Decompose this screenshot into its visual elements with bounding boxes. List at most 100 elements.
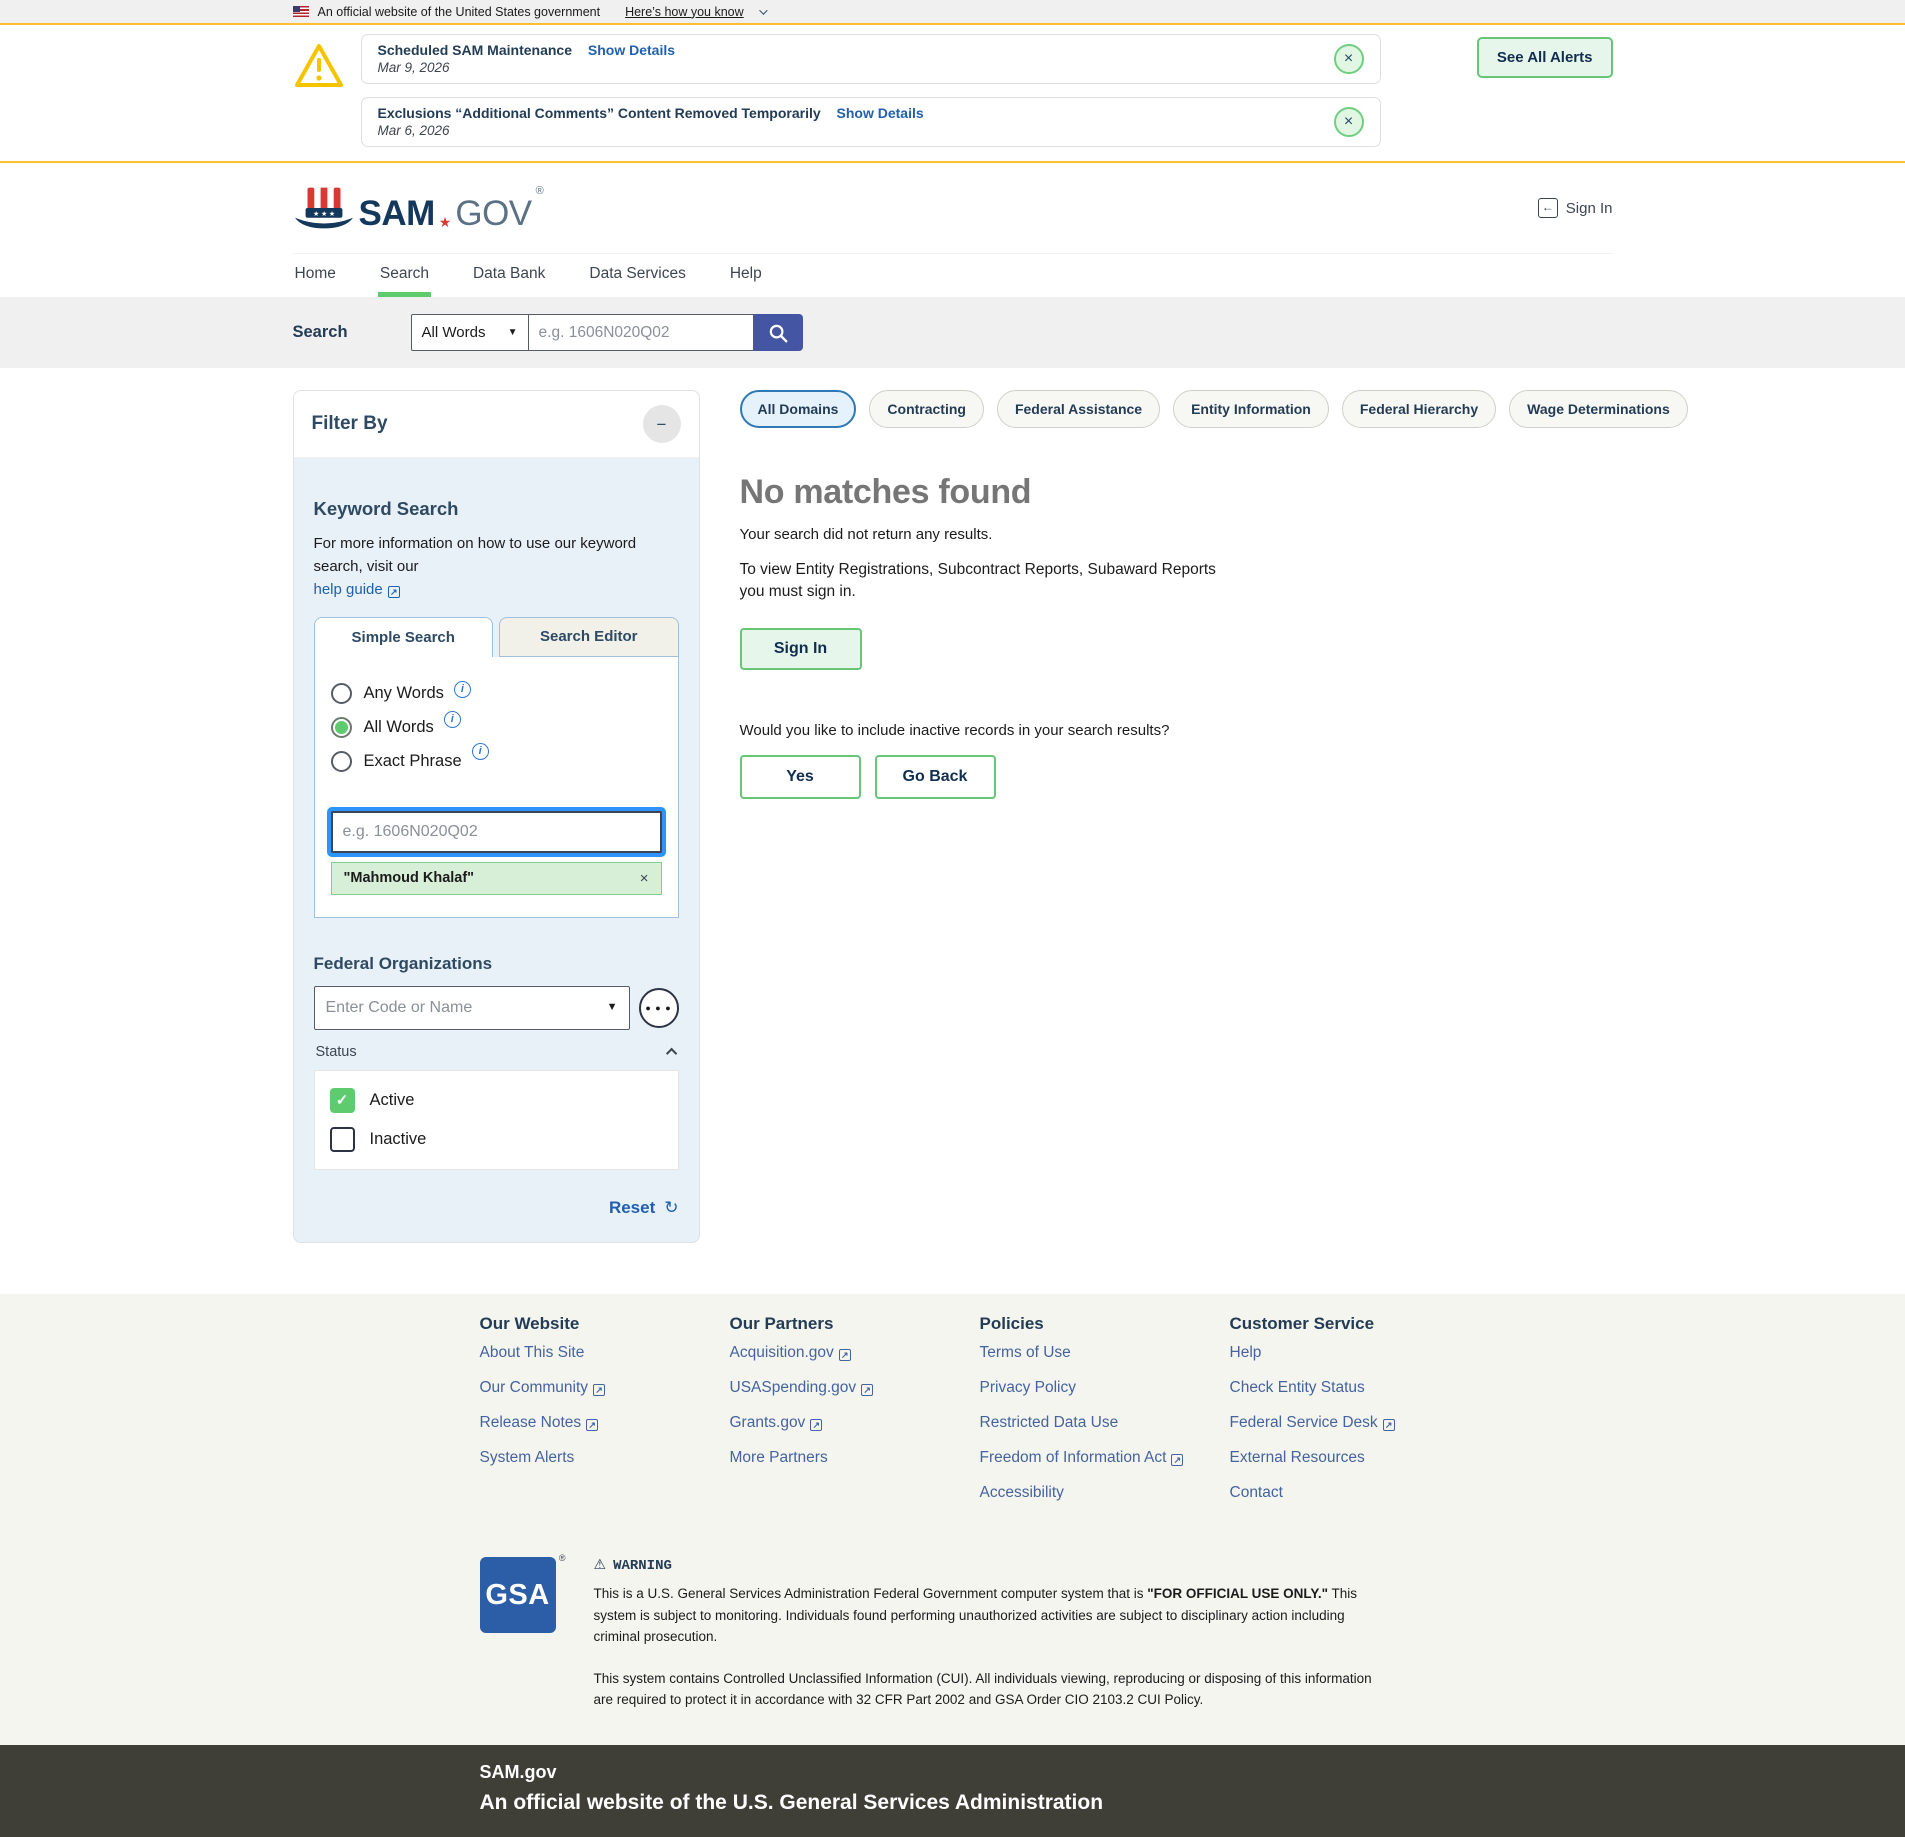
footer-link-grants-gov[interactable]: Grants.gov (730, 1414, 806, 1431)
nav-item-home[interactable]: Home (293, 254, 338, 297)
go-back-button[interactable]: Go Back (875, 755, 996, 799)
footer-column-our-partners: Our Partners Acquisition.gov ↗ USASpendin… (730, 1314, 980, 1519)
alert-item: Exclusions “Additional Comments” Content… (361, 97, 1381, 147)
footer-column-heading: Our Website (480, 1314, 730, 1334)
domain-pill-federal-hierarchy[interactable]: Federal Hierarchy (1342, 390, 1496, 428)
global-search-input[interactable] (529, 314, 754, 351)
status-label: Status (316, 1044, 357, 1060)
chevron-down-icon (759, 6, 767, 14)
results-panel: All Domains Contracting Federal Assistan… (740, 390, 1688, 1243)
sign-in-label: Sign In (1566, 200, 1613, 217)
checkbox-active-checked-icon[interactable]: ✓ (330, 1088, 355, 1113)
footer-link-terms-of-use[interactable]: Terms of Use (980, 1344, 1071, 1361)
include-inactive-question: Would you like to include inactive recor… (740, 722, 1688, 739)
nav-item-help[interactable]: Help (728, 254, 764, 297)
uncle-sam-hat-icon: ★ ★ ★ (293, 185, 355, 231)
footer-link-our-community[interactable]: Our Community (480, 1379, 589, 1396)
see-all-alerts-button[interactable]: See All Alerts (1477, 37, 1613, 78)
radio-all-words-label: All Words (364, 718, 434, 737)
federal-org-combo-input[interactable] (314, 986, 630, 1030)
footer-link-acquisition-gov[interactable]: Acquisition.gov (730, 1344, 834, 1361)
footer-link-check-entity-status[interactable]: Check Entity Status (1230, 1379, 1365, 1396)
footer-link-privacy-policy[interactable]: Privacy Policy (980, 1379, 1076, 1396)
info-icon[interactable]: i (472, 743, 489, 760)
search-mode-select[interactable]: All Words ▼ (411, 314, 529, 351)
footer-column-our-website: Our Website About This Site Our Communit… (480, 1314, 730, 1519)
logo-registered-mark: ® (536, 185, 544, 197)
info-icon[interactable]: i (444, 711, 461, 728)
header-sign-in-link[interactable]: ← Sign In (1538, 198, 1613, 218)
radio-exact-phrase[interactable] (331, 751, 352, 772)
footer-link-accessibility[interactable]: Accessibility (980, 1484, 1064, 1501)
domain-pill-all-domains[interactable]: All Domains (740, 390, 857, 428)
warning-paragraph-1: This is a U.S. General Services Administ… (594, 1583, 1394, 1648)
footer-link-release-notes[interactable]: Release Notes (480, 1414, 582, 1431)
checkbox-inactive-unchecked-icon[interactable] (330, 1127, 355, 1152)
sam-gov-logo[interactable]: ★ ★ ★ SAM ★ GOV ® (293, 185, 544, 231)
footer-link-about-this-site[interactable]: About This Site (480, 1344, 585, 1361)
alerts-section: Scheduled SAM Maintenance Show Details M… (0, 23, 1905, 163)
alert-date: Mar 6, 2026 (378, 123, 1334, 138)
footer-link-contact[interactable]: Contact (1230, 1484, 1283, 1501)
checkbox-row-inactive[interactable]: Inactive (330, 1127, 663, 1152)
yes-button[interactable]: Yes (740, 755, 861, 799)
keyword-search-input[interactable] (331, 811, 662, 853)
footer-link-system-alerts[interactable]: System Alerts (480, 1449, 575, 1466)
warning-paragraph-2: This system contains Controlled Unclassi… (594, 1668, 1394, 1711)
footer-link-external-resources[interactable]: External Resources (1230, 1449, 1365, 1466)
filter-panel: Filter By − Keyword Search For more info… (293, 390, 700, 1243)
footer-link-help[interactable]: Help (1230, 1344, 1262, 1361)
chip-remove-icon[interactable]: × (640, 870, 649, 887)
how-you-know-link[interactable]: Here’s how you know (625, 5, 744, 19)
alert-close-icon[interactable]: × (1334, 107, 1364, 137)
footer-column-heading: Our Partners (730, 1314, 980, 1334)
domain-pill-wage-determinations[interactable]: Wage Determinations (1509, 390, 1688, 428)
gsa-registered-mark: ® (559, 1553, 566, 1563)
tab-search-editor[interactable]: Search Editor (499, 617, 679, 657)
domain-pill-entity-information[interactable]: Entity Information (1173, 390, 1329, 428)
logo-star-icon: ★ (439, 215, 452, 231)
help-guide-link[interactable]: help guide (314, 581, 383, 598)
alert-close-icon[interactable]: × (1334, 44, 1364, 74)
alert-show-details-link[interactable]: Show Details (588, 42, 675, 58)
external-link-icon: ↗ (839, 1349, 851, 1361)
footer-column-heading: Customer Service (1230, 1314, 1480, 1334)
domain-pill-contracting[interactable]: Contracting (869, 390, 984, 428)
site-header: ★ ★ ★ SAM ★ GOV ® ← Sign In (0, 163, 1905, 253)
sign-in-required-text: To view Entity Registrations, Subcontrac… (740, 559, 1245, 604)
warning-triangle-icon (293, 40, 345, 92)
warning-sign-icon: ⚠ (594, 1557, 607, 1573)
nav-item-search[interactable]: Search (378, 254, 431, 297)
logo-text-gov: GOV (455, 196, 531, 231)
sign-in-arrow-icon: ← (1538, 198, 1558, 218)
domain-pill-federal-assistance[interactable]: Federal Assistance (997, 390, 1160, 428)
search-submit-button[interactable] (754, 314, 803, 351)
us-flag-icon (293, 6, 309, 17)
alert-title: Scheduled SAM Maintenance (378, 42, 572, 58)
checkbox-row-active[interactable]: ✓ Active (330, 1088, 663, 1113)
tab-simple-search[interactable]: Simple Search (314, 617, 494, 657)
gsa-logo: GSA (480, 1557, 556, 1633)
nav-item-data-bank[interactable]: Data Bank (471, 254, 547, 297)
footer-link-usaspending-gov[interactable]: USASpending.gov (730, 1379, 857, 1396)
footer-link-foia[interactable]: Freedom of Information Act (980, 1449, 1167, 1466)
footer-link-federal-service-desk[interactable]: Federal Service Desk (1230, 1414, 1378, 1431)
status-accordion-toggle[interactable]: Status (314, 1044, 679, 1060)
nav-item-data-services[interactable]: Data Services (587, 254, 687, 297)
footer-link-restricted-data-use[interactable]: Restricted Data Use (980, 1414, 1119, 1431)
sign-in-button[interactable]: Sign In (740, 628, 862, 670)
radio-any-words-label: Any Words (364, 684, 444, 703)
search-mode-value: All Words (422, 324, 486, 341)
chevron-up-icon (665, 1047, 676, 1058)
collapse-filter-button[interactable]: − (643, 405, 681, 443)
warning-heading: WARNING (613, 1558, 672, 1574)
radio-all-words[interactable] (331, 717, 352, 738)
radio-any-words[interactable] (331, 683, 352, 704)
alert-show-details-link[interactable]: Show Details (837, 105, 924, 121)
reset-filters-link[interactable]: Reset (609, 1198, 655, 1218)
info-icon[interactable]: i (454, 681, 471, 698)
radio-exact-phrase-label: Exact Phrase (364, 752, 462, 771)
federal-org-more-button[interactable]: ● ● ● (639, 988, 679, 1028)
footer-link-more-partners[interactable]: More Partners (730, 1449, 828, 1466)
external-link-icon: ↗ (388, 586, 400, 598)
